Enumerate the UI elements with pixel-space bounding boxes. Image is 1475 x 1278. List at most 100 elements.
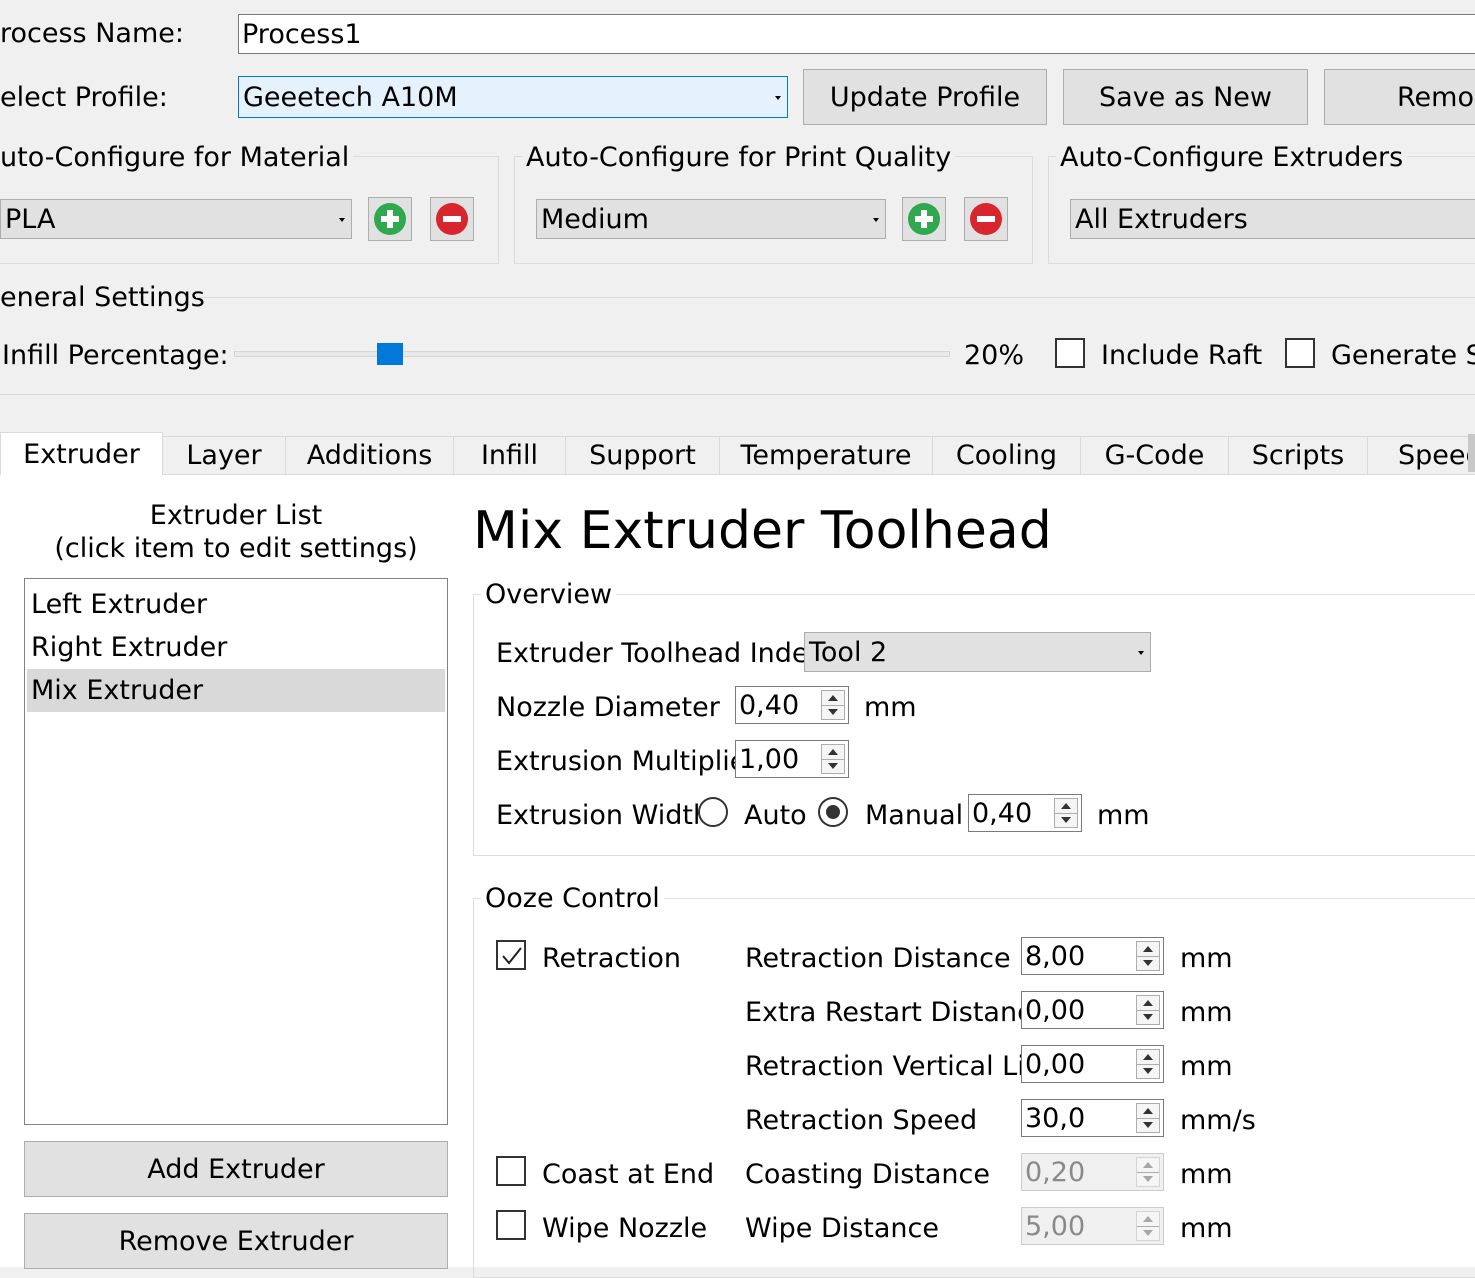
nozzle-diameter-unit: mm xyxy=(864,692,917,723)
minus-circle-icon xyxy=(436,203,468,235)
tab-layer[interactable]: Layer xyxy=(162,436,286,474)
tab-speed[interactable]: Speed xyxy=(1367,436,1475,474)
retraction-speed-label: Retraction Speed xyxy=(745,1105,978,1136)
nozzle-diameter-label: Nozzle Diameter xyxy=(496,692,720,723)
retraction-distance-unit: mm xyxy=(1180,943,1233,974)
spin-buttons[interactable] xyxy=(1136,1157,1160,1187)
extruders-select[interactable]: All Extruders xyxy=(1070,199,1475,239)
retraction-distance-label: Retraction Distance xyxy=(745,943,1011,974)
nozzle-diameter-spinbox[interactable]: 0,40 xyxy=(735,686,849,724)
include-raft-checkbox[interactable] xyxy=(1055,338,1085,368)
spin-buttons[interactable] xyxy=(821,690,845,720)
wipe-distance-spinbox[interactable]: 5,00 xyxy=(1021,1207,1164,1245)
retraction-vertical-lift-unit: mm xyxy=(1180,1051,1233,1082)
extrusion-multiplier-label: Extrusion Multiplier xyxy=(496,746,758,777)
material-select[interactable]: PLA xyxy=(0,199,352,239)
add-material-button[interactable] xyxy=(368,197,412,241)
extrusion-width-unit: mm xyxy=(1097,800,1150,831)
remove-quality-button[interactable] xyxy=(964,197,1008,241)
include-raft-label: Include Raft xyxy=(1101,340,1263,371)
extrusion-width-auto-radio[interactable] xyxy=(698,797,728,827)
quality-group-title: Auto-Configure for Print Quality xyxy=(522,144,956,171)
wipe-nozzle-checkbox[interactable] xyxy=(496,1210,526,1240)
chevron-down-icon xyxy=(775,96,781,100)
toolhead-index-label: Extruder Toolhead Index xyxy=(496,638,825,669)
overview-title: Overview xyxy=(481,581,617,608)
tab-scripts[interactable]: Scripts xyxy=(1228,436,1368,474)
tab-scroll-indicator[interactable] xyxy=(1468,434,1475,472)
spin-buttons[interactable] xyxy=(821,744,845,774)
extrusion-multiplier-spinbox[interactable]: 1,00 xyxy=(735,740,849,778)
wipe-distance-label: Wipe Distance xyxy=(745,1213,939,1244)
minus-circle-icon xyxy=(970,203,1002,235)
tab-temperature[interactable]: Temperature xyxy=(719,436,933,474)
retraction-checkbox[interactable] xyxy=(496,940,526,970)
add-extruder-button[interactable]: Add Extruder xyxy=(24,1141,448,1197)
retraction-label: Retraction xyxy=(542,943,681,974)
extruder-list-hint: (click item to edit settings) xyxy=(54,533,418,564)
update-profile-button[interactable]: Update Profile xyxy=(803,69,1047,125)
infill-slider-track[interactable] xyxy=(234,351,950,357)
spin-buttons[interactable] xyxy=(1136,1103,1160,1133)
spin-buttons[interactable] xyxy=(1054,798,1078,828)
tab-cooling[interactable]: Cooling xyxy=(932,436,1081,474)
spin-buttons[interactable] xyxy=(1136,941,1160,971)
spin-buttons[interactable] xyxy=(1136,995,1160,1025)
infill-slider-thumb[interactable] xyxy=(376,343,403,365)
plus-circle-icon xyxy=(908,203,940,235)
coasting-distance-spinbox[interactable]: 0,20 xyxy=(1021,1153,1164,1191)
tab-additions[interactable]: Additions xyxy=(285,436,454,474)
remove-material-button[interactable] xyxy=(430,197,474,241)
generate-support-label: Generate Su xyxy=(1331,340,1475,371)
arrow-down-icon xyxy=(1143,1230,1153,1236)
quality-select[interactable]: Medium xyxy=(536,199,886,239)
extra-restart-distance-spinbox[interactable]: 0,00 xyxy=(1021,991,1164,1029)
retraction-distance-spinbox[interactable]: 8,00 xyxy=(1021,937,1164,975)
tab-infill[interactable]: Infill xyxy=(453,436,566,474)
arrow-down-icon xyxy=(1143,1014,1153,1020)
arrow-up-icon xyxy=(1143,1162,1153,1168)
infill-percentage-label: Infill Percentage: xyxy=(2,340,229,371)
remove-extruder-button[interactable]: Remove Extruder xyxy=(24,1213,448,1269)
list-item[interactable]: Left Extruder xyxy=(27,583,445,626)
process-name-input[interactable]: Process1 xyxy=(238,14,1475,54)
retraction-vertical-lift-spinbox[interactable]: 0,00 xyxy=(1021,1045,1164,1083)
profile-select[interactable]: Geeetech A10M xyxy=(238,76,788,118)
coast-at-end-checkbox[interactable] xyxy=(496,1156,526,1186)
extrusion-width-spinbox[interactable]: 0,40 xyxy=(968,794,1082,832)
list-item[interactable]: Right Extruder xyxy=(27,626,445,669)
coast-at-end-label: Coast at End xyxy=(542,1159,715,1190)
spin-buttons[interactable] xyxy=(1136,1211,1160,1241)
tab-support[interactable]: Support xyxy=(565,436,720,474)
extrusion-width-manual-radio[interactable] xyxy=(818,797,848,827)
material-group-title: uto-Configure for Material xyxy=(0,144,354,171)
retraction-speed-spinbox[interactable]: 30,0 xyxy=(1021,1099,1164,1137)
arrow-down-icon xyxy=(1143,1122,1153,1128)
save-as-new-button[interactable]: Save as New xyxy=(1063,69,1308,125)
process-name-label: rocess Name: xyxy=(0,18,184,49)
arrow-down-icon xyxy=(828,763,838,769)
tab-extruder[interactable]: Extruder xyxy=(0,432,163,475)
remove-profile-button[interactable]: Remov xyxy=(1324,69,1475,125)
generate-support-checkbox[interactable] xyxy=(1285,338,1315,368)
spin-buttons[interactable] xyxy=(1136,1049,1160,1079)
list-item[interactable]: Mix Extruder xyxy=(27,669,445,712)
add-quality-button[interactable] xyxy=(902,197,946,241)
arrow-down-icon xyxy=(1143,1176,1153,1182)
extruder-list[interactable]: Left Extruder Right Extruder Mix Extrude… xyxy=(24,578,448,1125)
general-settings-separator xyxy=(196,297,1475,298)
wipe-nozzle-label: Wipe Nozzle xyxy=(542,1213,708,1244)
tab-g-code[interactable]: G-Code xyxy=(1080,436,1229,474)
coasting-distance-unit: mm xyxy=(1180,1159,1233,1190)
arrow-up-icon xyxy=(1143,1054,1153,1060)
toolhead-index-select[interactable]: Tool 2 xyxy=(804,632,1151,672)
editor-heading: Mix Extruder Toolhead xyxy=(473,501,1052,561)
extra-restart-distance-label: Extra Restart Distance xyxy=(745,997,1049,1028)
settings-tab-bar: Extruder Layer Additions Infill Support … xyxy=(0,432,1475,475)
arrow-up-icon xyxy=(1143,1216,1153,1222)
extrusion-width-manual-label: Manual xyxy=(865,800,964,831)
retraction-vertical-lift-label: Retraction Vertical Lift xyxy=(745,1051,1045,1082)
arrow-up-icon xyxy=(1143,946,1153,952)
arrow-up-icon xyxy=(828,695,838,701)
chevron-down-icon xyxy=(339,218,345,222)
